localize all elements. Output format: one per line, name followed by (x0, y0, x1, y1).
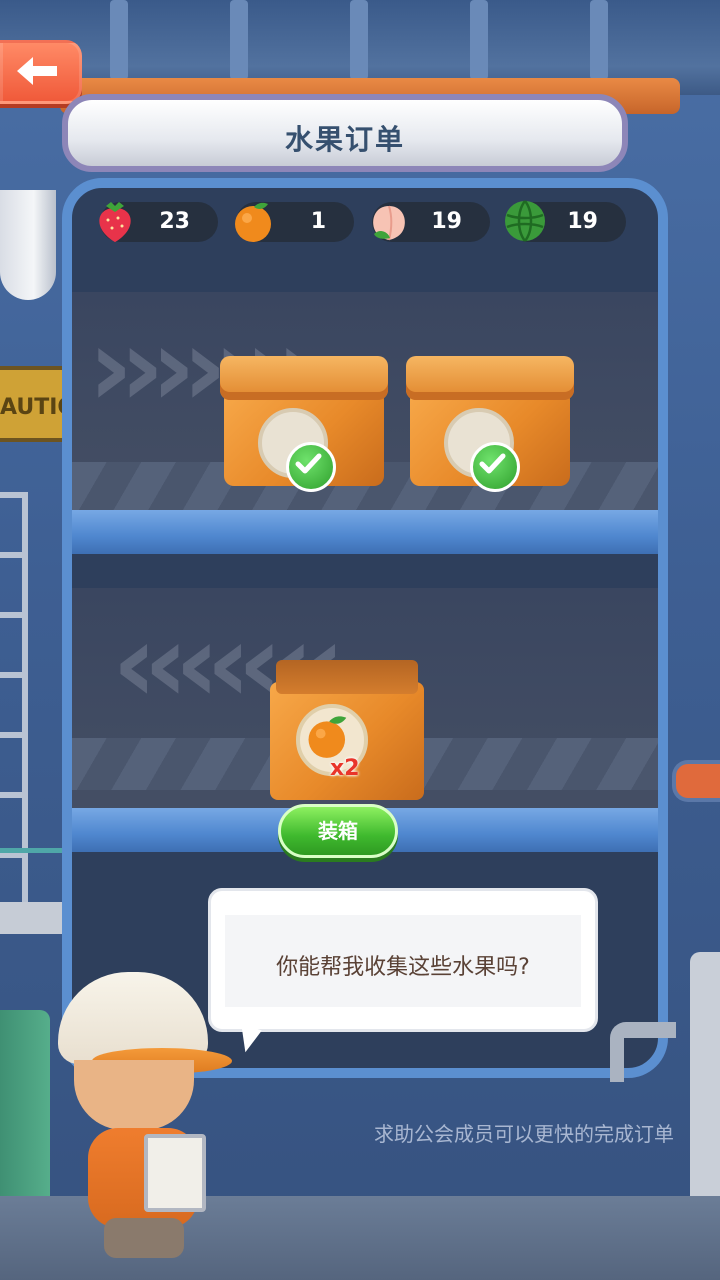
resource-count: 23 (159, 209, 190, 234)
title-banner: 水果订单 (62, 94, 628, 172)
clipboard-icon (144, 1134, 206, 1212)
required-quantity: x2 (330, 756, 360, 781)
arrow-left-icon (17, 57, 57, 85)
order-box-pending[interactable]: x2 (270, 660, 424, 800)
page-title: 水果订单 (284, 123, 405, 156)
hint-text: 求助公会成员可以更快的完成订单 (374, 1122, 674, 1146)
left-pipe (0, 190, 56, 300)
watermelon-icon (505, 200, 545, 242)
worker-character (52, 968, 242, 1268)
strawberry-icon (99, 202, 131, 242)
resource-count: 19 (567, 209, 598, 234)
belt-rail (72, 510, 658, 554)
checkmark-icon (470, 442, 520, 492)
speech-bubble: 你能帮我收集这些水果吗? (208, 888, 598, 1032)
resource-count: 1 (310, 209, 326, 234)
resource-count: 19 (431, 209, 462, 234)
peach-icon (373, 205, 405, 241)
wall-pipe (610, 1022, 676, 1082)
dialog-text: 你能帮我收集这些水果吗? (276, 955, 530, 980)
checkmark-icon (286, 442, 336, 492)
orange-icon (235, 202, 271, 242)
side-door (690, 952, 720, 1212)
warning-light (672, 760, 720, 802)
pack-button[interactable]: 装箱 (278, 804, 398, 858)
back-button[interactable] (0, 40, 82, 104)
